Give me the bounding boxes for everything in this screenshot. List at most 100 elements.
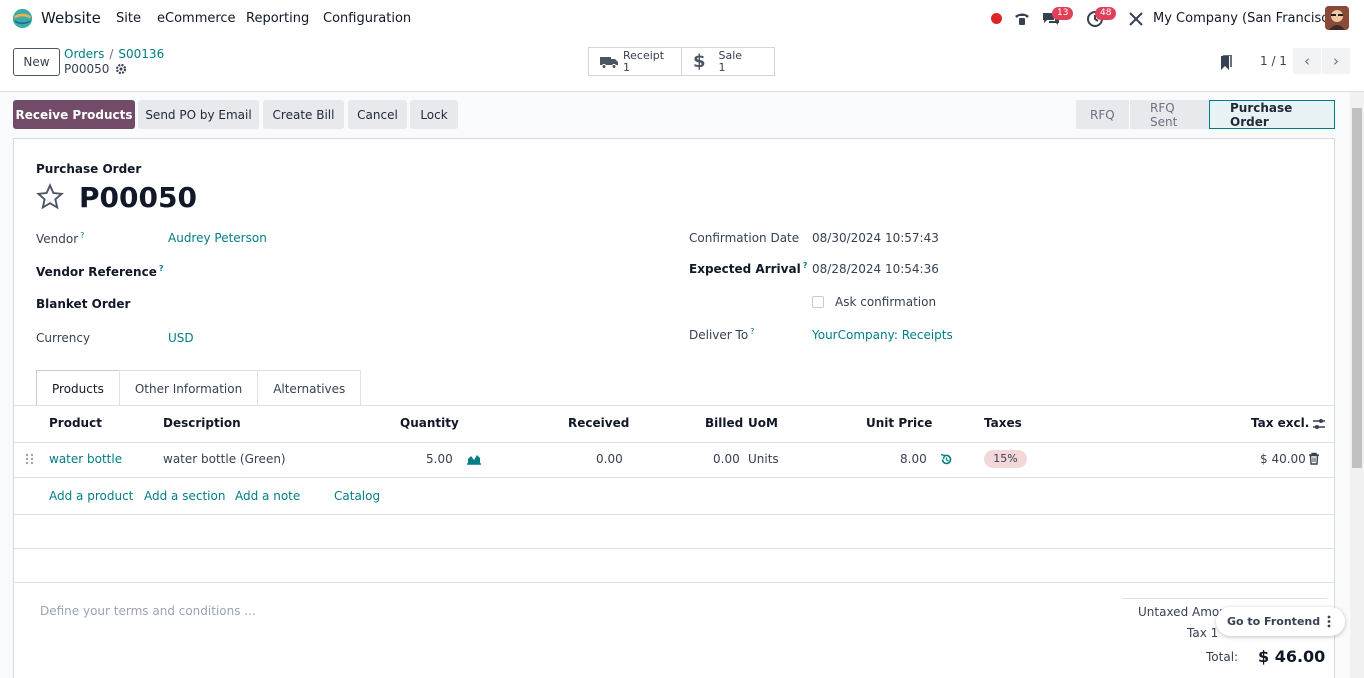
- row-border: [14, 477, 1334, 478]
- add-section-link[interactable]: Add a section: [144, 489, 225, 503]
- top-navbar: Website Site eCommerce Reporting Configu…: [0, 0, 1364, 37]
- col-uom[interactable]: UoM: [748, 416, 778, 430]
- pager-previous-button[interactable]: ‹: [1293, 48, 1321, 74]
- expected-arrival-field[interactable]: 08/28/2024 10:54:36: [812, 262, 939, 276]
- breadcrumb: Orders / S00136: [64, 47, 164, 61]
- bookmark-icon[interactable]: [1220, 55, 1232, 71]
- col-product[interactable]: Product: [49, 416, 102, 430]
- price-reset-icon[interactable]: [940, 453, 953, 466]
- header-border: [14, 442, 1334, 443]
- column-settings-icon[interactable]: [1312, 417, 1326, 431]
- ask-confirmation-checkbox[interactable]: [812, 296, 824, 308]
- total-label: Total:: [1206, 650, 1239, 664]
- menu-site[interactable]: Site: [116, 11, 141, 26]
- drag-handle-icon[interactable]: [25, 453, 35, 465]
- line-description[interactable]: water bottle (Green): [163, 452, 286, 466]
- col-quantity[interactable]: Quantity: [400, 416, 459, 430]
- vendor-reference-input[interactable]: [168, 261, 468, 281]
- website-app-icon[interactable]: [12, 8, 33, 29]
- line-product[interactable]: water bottle: [49, 452, 122, 466]
- receipt-smart-button[interactable]: Receipt 1: [588, 47, 682, 76]
- currency-field[interactable]: USD: [168, 331, 194, 345]
- tax-tag[interactable]: 15%: [984, 450, 1027, 468]
- menu-reporting[interactable]: Reporting: [246, 11, 309, 26]
- breadcrumb-s00136[interactable]: S00136: [118, 47, 164, 61]
- tab-other-information[interactable]: Other Information: [118, 370, 259, 406]
- tax-label: Tax 1: [1187, 626, 1219, 640]
- receipt-count: 1: [623, 60, 630, 74]
- row-border: [14, 548, 1334, 549]
- page-scrollbar[interactable]: [1350, 92, 1364, 678]
- line-quantity[interactable]: 5.00: [426, 452, 453, 466]
- pager-next-button[interactable]: ›: [1322, 48, 1350, 74]
- blanket-order-input[interactable]: [168, 294, 468, 314]
- add-product-link[interactable]: Add a product: [49, 489, 133, 503]
- debug-tools-icon[interactable]: [1126, 9, 1146, 29]
- status-rfq-sent[interactable]: RFQ Sent: [1129, 100, 1209, 129]
- col-tax-excl[interactable]: Tax excl.: [1251, 416, 1309, 430]
- vendor-label: Vendor?: [36, 231, 85, 246]
- new-button[interactable]: New: [13, 48, 60, 76]
- gear-icon[interactable]: [115, 63, 127, 75]
- col-unit-price[interactable]: Unit Price: [866, 416, 932, 430]
- receipt-label: Receipt: [623, 48, 665, 62]
- sale-count: 1: [718, 60, 726, 74]
- sale-smart-button[interactable]: $ Sale 1: [681, 47, 775, 76]
- ask-confirmation-label[interactable]: Ask confirmation: [835, 295, 936, 309]
- receive-products-button[interactable]: Receive Products: [13, 100, 135, 129]
- blanket-order-label: Blanket Order: [36, 297, 131, 311]
- recording-indicator-icon[interactable]: [991, 13, 1002, 24]
- company-switcher[interactable]: My Company (San Francisco): [1153, 11, 1341, 26]
- menu-configuration[interactable]: Configuration: [323, 11, 411, 26]
- tab-divider: [14, 405, 1334, 406]
- breadcrumb-orders[interactable]: Orders: [64, 47, 104, 61]
- create-bill-button[interactable]: Create Bill: [263, 100, 344, 129]
- truck-icon: [600, 56, 618, 69]
- row-border: [14, 514, 1334, 515]
- confirmation-date-field[interactable]: 08/30/2024 10:57:43: [812, 231, 939, 245]
- line-unit-price[interactable]: 8.00: [900, 452, 927, 466]
- dollar-icon: $: [693, 51, 706, 72]
- deliver-to-label: Deliver To?: [689, 327, 755, 342]
- status-rfq[interactable]: RFQ: [1076, 100, 1129, 129]
- form-title-label: Purchase Order: [36, 162, 142, 176]
- star-icon[interactable]: [36, 183, 64, 211]
- record-name: P00050: [64, 62, 110, 76]
- more-options-icon[interactable]: [1325, 615, 1333, 628]
- untaxed-amount-label: Untaxed Amou: [1138, 605, 1227, 619]
- po-number[interactable]: P00050: [79, 181, 197, 214]
- col-taxes[interactable]: Taxes: [984, 416, 1022, 430]
- trash-icon[interactable]: [1308, 452, 1320, 465]
- line-subtotal: $ 40.00: [1260, 452, 1306, 466]
- line-received: 0.00: [596, 452, 623, 466]
- tab-alternatives[interactable]: Alternatives: [257, 370, 362, 406]
- send-po-email-button[interactable]: Send PO by Email: [138, 100, 259, 129]
- col-billed[interactable]: Billed: [705, 416, 743, 430]
- user-avatar[interactable]: [1325, 6, 1349, 30]
- go-to-frontend-button[interactable]: Go to Frontend: [1216, 607, 1345, 636]
- add-note-link[interactable]: Add a note: [235, 489, 300, 503]
- scrollbar-thumb[interactable]: [1352, 108, 1362, 468]
- tab-products[interactable]: Products: [36, 370, 120, 406]
- catalog-link[interactable]: Catalog: [334, 489, 380, 503]
- menu-ecommerce[interactable]: eCommerce: [157, 11, 236, 26]
- currency-label: Currency: [36, 331, 91, 345]
- pager-value[interactable]: 1 / 1: [1260, 54, 1287, 68]
- phone-icon[interactable]: [1012, 9, 1032, 29]
- confirmation-date-label: Confirmation Date: [689, 231, 800, 245]
- row-border: [14, 582, 1334, 583]
- app-brand[interactable]: Website: [41, 9, 101, 27]
- terms-conditions-input[interactable]: Define your terms and conditions ...: [40, 604, 256, 618]
- lock-button[interactable]: Lock: [410, 100, 458, 129]
- line-uom[interactable]: Units: [748, 452, 779, 466]
- forecast-chart-icon[interactable]: [467, 453, 481, 465]
- col-received[interactable]: Received: [568, 416, 629, 430]
- cancel-button[interactable]: Cancel: [348, 100, 407, 129]
- deliver-to-field[interactable]: YourCompany: Receipts: [812, 328, 953, 342]
- total-amount: $ 46.00: [1258, 647, 1326, 666]
- vendor-field[interactable]: Audrey Peterson: [168, 231, 267, 245]
- sale-label: Sale: [718, 48, 743, 62]
- chevron-left-icon: ‹: [1304, 52, 1310, 70]
- status-purchase-order[interactable]: Purchase Order: [1209, 100, 1335, 129]
- col-description[interactable]: Description: [163, 416, 241, 430]
